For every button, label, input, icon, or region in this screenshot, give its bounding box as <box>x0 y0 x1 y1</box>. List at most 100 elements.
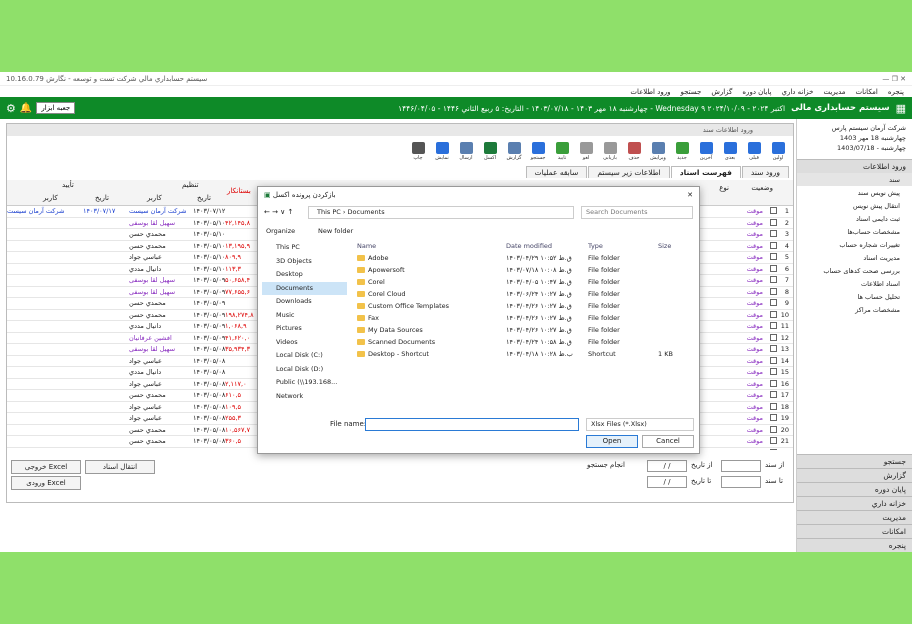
path-documents[interactable]: Documents <box>348 208 385 216</box>
open-button[interactable]: Open <box>586 435 638 448</box>
nav-item[interactable]: Music <box>262 309 347 323</box>
tab-item[interactable]: فهرست اسناد <box>670 166 741 178</box>
file-row[interactable]: Apowersoft ۱۴۰۳/۰۷/۱۸ ق.ظ ۱۰:۰۸ File folde… <box>353 265 695 277</box>
col-date-2[interactable]: تاریخ <box>95 194 109 202</box>
row-checkbox[interactable] <box>770 310 777 320</box>
toolbar-button[interactable]: اولین <box>767 139 789 161</box>
row-checkbox[interactable] <box>770 276 777 285</box>
excel-import-button[interactable]: ورودی Excel <box>11 476 81 490</box>
side-bottom-item[interactable]: امکانات <box>797 524 912 538</box>
excel-export-button[interactable]: خروجی Excel <box>11 460 81 474</box>
toolbar-button[interactable]: لغو <box>575 139 597 161</box>
row-checkbox[interactable] <box>770 287 777 297</box>
tab-item[interactable]: اطلاعات زیر سیستم <box>588 166 670 178</box>
tools-button[interactable]: جعبه ابزار <box>36 102 76 114</box>
row-checkbox[interactable] <box>770 414 777 423</box>
path-this-pc[interactable]: This PC <box>317 208 341 216</box>
row-checkbox[interactable] <box>770 333 777 343</box>
row-checkbox[interactable] <box>770 264 777 274</box>
row-checkbox[interactable] <box>770 425 777 435</box>
file-row[interactable]: My Data Sources ۱۴۰۳/۰۴/۲۶ ق.ظ ۱۰:۲۷ File … <box>353 325 695 337</box>
toolbar-button[interactable]: آخرین <box>695 139 717 161</box>
to-doc-input[interactable] <box>721 476 761 488</box>
cancel-button[interactable]: Cancel <box>642 435 694 448</box>
row-checkbox[interactable] <box>770 345 777 354</box>
file-row[interactable]: Corel ۱۴۰۳/۰۴/۰۵ ق.ظ ۱۰:۴۷ File folder <box>353 277 695 289</box>
side-item[interactable]: تغییرات شجاره حساب <box>797 238 912 251</box>
side-bottom-item[interactable]: مديريت <box>797 510 912 524</box>
col-date-modified[interactable]: Date modified <box>506 242 552 250</box>
side-bottom-item[interactable]: گزارش <box>797 468 912 482</box>
row-checkbox[interactable] <box>770 402 777 412</box>
row-checkbox[interactable] <box>770 322 777 331</box>
transfer-button[interactable]: انتقال اسناد <box>85 460 155 474</box>
notification-icon[interactable]: 🔔 <box>20 103 32 114</box>
nav-item[interactable]: This PC <box>262 241 347 255</box>
row-checkbox[interactable] <box>770 218 777 228</box>
row-checkbox[interactable] <box>770 391 777 400</box>
file-row[interactable]: Fax ۱۴۰۳/۰۴/۲۶ ق.ظ ۱۰:۲۷ File folder <box>353 313 695 325</box>
col-status[interactable]: وضعیت <box>751 184 773 192</box>
toolbar-button[interactable]: ویرایش <box>647 139 669 161</box>
toolbar-button[interactable]: جدید <box>671 139 693 161</box>
nav-item[interactable]: Pictures <box>262 322 347 336</box>
side-section-title[interactable]: ورود اطلاعات <box>797 159 912 173</box>
menu-item[interactable]: پنجره <box>888 88 904 96</box>
row-checkbox[interactable] <box>770 437 777 446</box>
from-date-input[interactable]: / / <box>647 460 687 472</box>
side-item[interactable]: تحلیل حساب ها <box>797 290 912 303</box>
col-credit[interactable]: بستانکار <box>227 187 251 195</box>
close-icon[interactable]: ✕ <box>687 191 693 199</box>
col-name[interactable]: Name <box>357 242 376 250</box>
row-checkbox[interactable] <box>770 241 777 251</box>
col-size[interactable]: Size <box>658 242 671 250</box>
col-user-2[interactable]: کاربر <box>43 194 58 202</box>
side-item[interactable]: سند <box>797 173 912 186</box>
row-checkbox[interactable] <box>770 253 777 262</box>
col-date[interactable]: تاریخ <box>197 194 211 202</box>
back-forward-icon[interactable]: ← → ∨ ↑ <box>264 208 293 216</box>
nav-item[interactable]: Public (\\193.168... <box>262 376 347 390</box>
menu-item[interactable]: امکانات <box>856 88 878 96</box>
row-checkbox[interactable] <box>770 207 777 216</box>
nav-item[interactable]: 3D Objects <box>262 255 347 269</box>
file-row[interactable]: Desktop - Shortcut ۱۴۰۳/۰۴/۱۸ ب.ظ ۱۰:۲۸ Sh… <box>353 349 695 361</box>
menu-item[interactable]: گزارش <box>711 88 732 96</box>
tab-item[interactable]: ورود سند <box>741 166 789 178</box>
menu-item[interactable]: خزانه داري <box>781 88 813 96</box>
col-type[interactable]: نوع <box>719 184 729 192</box>
search-input[interactable]: Search Documents <box>581 206 693 219</box>
filetype-select[interactable]: Xlsx Files (*.Xlsx) <box>586 418 694 431</box>
toolbar-button[interactable]: جستجو <box>527 139 549 161</box>
new-folder-button[interactable]: New folder <box>318 227 353 235</box>
toolbar-button[interactable]: بازیابی <box>599 139 621 161</box>
row-checkbox[interactable] <box>770 379 777 389</box>
nav-item[interactable]: Videos <box>262 336 347 350</box>
settings-icon[interactable]: ⚙ <box>6 102 16 115</box>
side-bottom-item[interactable]: پایان دوره <box>797 482 912 496</box>
col-user[interactable]: کاربر <box>147 194 162 202</box>
row-checkbox[interactable] <box>770 356 777 366</box>
side-item[interactable]: ثبت دایمی اسناد <box>797 212 912 225</box>
toolbar-button[interactable]: حذف <box>623 139 645 161</box>
menu-item[interactable]: جستجو <box>680 88 701 96</box>
toolbar-button[interactable]: تایید <box>551 139 573 161</box>
side-item[interactable]: مشخصات حساب‌ها <box>797 225 912 238</box>
search-button[interactable]: انجام جستجو <box>587 461 625 469</box>
toolbar-button[interactable]: چاپ <box>407 139 429 161</box>
toolbar-button[interactable]: گزارش <box>503 139 525 161</box>
organize-button[interactable]: Organize <box>266 227 295 235</box>
col-type[interactable]: Type <box>588 242 603 250</box>
row-checkbox[interactable] <box>770 448 777 450</box>
toolbar-button[interactable]: بعدی <box>719 139 741 161</box>
nav-item[interactable]: Desktop <box>262 268 347 282</box>
nav-item[interactable]: Local Disk (C:) <box>262 349 347 363</box>
to-date-input[interactable]: / / <box>647 476 687 488</box>
nav-item[interactable]: Local Disk (D:) <box>262 363 347 377</box>
toolbar-button[interactable]: قبلی <box>743 139 765 161</box>
toolbar-button[interactable]: ارسال <box>455 139 477 161</box>
toolbar-button[interactable]: اکسل <box>479 139 501 161</box>
menu-item[interactable]: پایان دوره <box>742 88 771 96</box>
file-row[interactable]: Adobe ۱۴۰۳/۰۴/۲۹ ق.ظ ۱۰:۵۲ File folder <box>353 253 695 265</box>
nav-item[interactable]: Documents <box>262 281 347 295</box>
